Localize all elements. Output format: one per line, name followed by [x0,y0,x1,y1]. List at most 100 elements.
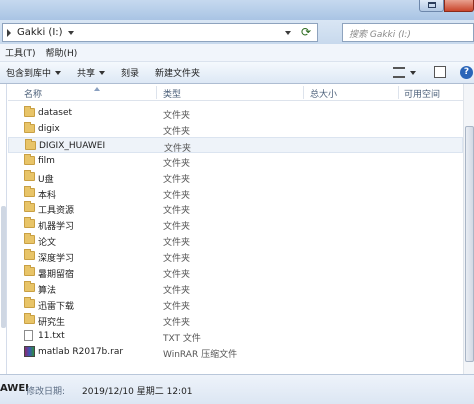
column-name[interactable]: 名称 [24,87,42,100]
file-name: 11.txt [38,330,65,341]
file-row[interactable]: 工具资源 文件夹 [8,200,463,216]
file-name: 迅雷下载 [38,301,75,312]
file-row[interactable]: film 文件夹 [8,153,463,169]
text-file-icon [24,329,33,341]
details-pane: AWEI 修改日期: 2019/12/10 星期二 12:01 [0,374,474,404]
menu-help[interactable]: 帮助(H) [41,46,83,59]
selected-item-name: AWEI [0,383,29,394]
file-name: matlab R2017b.rar [38,346,124,357]
file-type: 文件夹 [163,174,191,185]
file-row[interactable]: 11.txt TXT 文件 [8,328,463,344]
file-row[interactable]: 机器学习 文件夹 [8,216,463,232]
file-row[interactable]: DIGIX_HUAWEI 文件夹 [8,136,463,154]
folder-icon [24,265,35,276]
address-row: Gakki (I:) ⟳ 搜索 Gakki (I:) [0,20,474,44]
burn-label: 刻录 [121,69,140,79]
column-divider[interactable] [156,86,157,99]
vertical-scrollbar[interactable] [463,84,474,374]
sort-up-icon [94,87,100,91]
include-in-library-label: 包含到库中 [6,69,52,79]
file-row[interactable]: U盘 文件夹 [8,169,463,185]
folder-icon [24,153,35,165]
folder-icon [24,169,35,181]
file-name: 研究生 [38,317,66,328]
file-name: 算法 [38,285,57,296]
new-folder-label: 新建文件夹 [155,69,201,79]
scrollbar-thumb[interactable] [465,126,474,362]
file-type: 文件夹 [163,206,191,217]
new-folder-button[interactable]: 新建文件夹 [155,66,200,79]
column-size[interactable]: 总大小 [310,87,337,100]
file-type: 文件夹 [163,270,191,280]
column-type[interactable]: 类型 [163,87,181,100]
file-name: U盘 [38,174,54,185]
column-free-space[interactable]: 可用空间 [404,87,440,100]
folder-icon [24,233,35,245]
file-type: 文件夹 [163,111,191,121]
rar-archive-icon [24,345,35,357]
file-type: 文件夹 [163,126,191,137]
maximize-icon [428,2,436,8]
file-row[interactable]: 算法 文件夹 [8,280,463,296]
navigation-pane-edge [0,84,7,374]
file-type: 文件夹 [163,190,191,201]
breadcrumb-arrow-icon[interactable] [7,28,11,37]
title-bar [0,0,474,20]
file-row[interactable]: 论文 文件夹 [8,232,463,248]
command-toolbar: 包含到库中 共享 刻录 新建文件夹 ? [0,62,474,84]
nav-scrollbar-thumb[interactable] [1,206,6,328]
file-type: 文件夹 [163,254,191,265]
folder-icon [24,121,35,133]
column-divider[interactable] [398,86,399,99]
burn-button[interactable]: 刻录 [121,66,139,79]
close-button[interactable] [444,0,474,12]
address-bar[interactable]: Gakki (I:) ⟳ [2,23,318,42]
share-label: 共享 [77,69,96,79]
file-type: 文件夹 [163,285,191,296]
file-name: DIGIX_HUAWEI [39,140,106,151]
file-type: 文件夹 [163,301,191,312]
maximize-button[interactable] [419,0,444,12]
preview-pane-icon[interactable] [434,66,446,78]
menu-tools[interactable]: 工具(T) [0,46,41,59]
share-button[interactable]: 共享 [77,66,106,79]
folder-icon [24,312,35,324]
file-type: TXT 文件 [163,333,201,344]
file-row[interactable]: dataset 文件夹 [8,105,463,121]
file-row[interactable]: digix 文件夹 [8,121,463,137]
breadcrumb-dropdown-icon[interactable] [67,30,74,35]
file-row[interactable]: 暑期留宿 文件夹 [8,264,463,280]
file-row[interactable]: 本科 文件夹 [8,185,463,201]
file-row[interactable]: 研究生 文件夹 [8,312,463,328]
file-name: 机器学习 [38,222,75,233]
view-options-icon[interactable] [393,67,405,78]
file-row[interactable]: 深度学习 文件夹 [8,248,463,264]
file-type: 文件夹 [163,317,191,328]
refresh-icon[interactable]: ⟳ [301,25,311,39]
file-row[interactable]: 迅雷下载 文件夹 [8,296,463,312]
breadcrumb-drive[interactable]: Gakki (I:) [17,27,63,38]
file-type: 文件夹 [163,238,191,249]
folder-icon [24,185,35,197]
address-history-dropdown-icon[interactable] [285,31,291,35]
file-type: 文件夹 [163,222,191,233]
modified-date-label: 修改日期: [26,387,66,397]
file-name: 本科 [38,190,57,201]
file-name: 暑期留宿 [38,270,75,280]
include-in-library-button[interactable]: 包含到库中 [6,66,62,79]
file-type: 文件夹 [163,158,191,169]
folder-icon [24,249,35,261]
file-name: dataset [38,108,73,118]
column-header: 名称 类型 总大小 可用空间 [8,84,463,101]
file-row[interactable]: matlab R2017b.rar WinRAR 压缩文件 [8,344,463,360]
help-icon[interactable]: ? [460,66,473,79]
file-name: digix [38,123,60,134]
search-input[interactable]: 搜索 Gakki (I:) [342,23,474,42]
chevron-down-icon [55,70,62,75]
file-type: WinRAR 压缩文件 [163,349,238,360]
column-divider[interactable] [303,86,304,99]
file-name: film [38,155,55,166]
folder-icon [24,201,35,213]
folder-icon [24,106,35,117]
view-dropdown-icon[interactable] [410,71,416,75]
